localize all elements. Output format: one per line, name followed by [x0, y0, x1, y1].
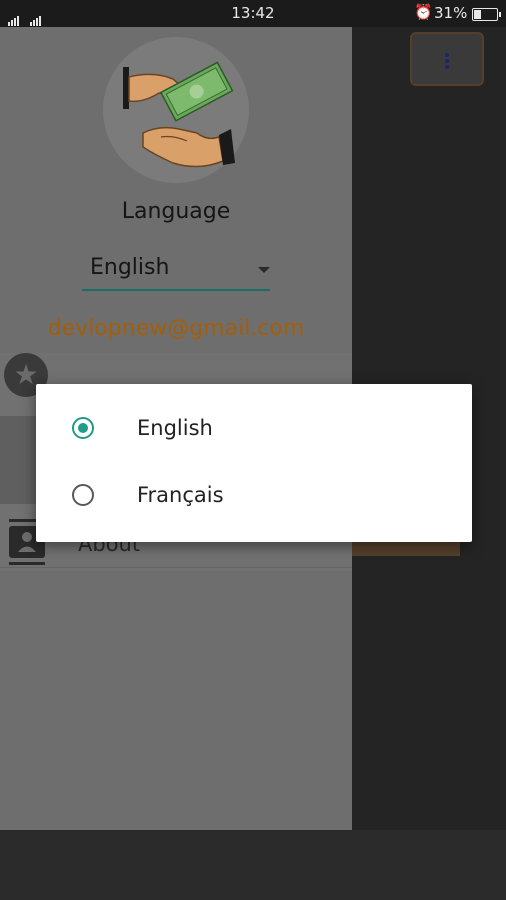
option-label: English	[137, 416, 213, 440]
dropdown-arrow-icon	[258, 267, 270, 273]
language-spinner[interactable]: English	[82, 251, 270, 291]
alarm-icon: ⏰	[414, 3, 433, 21]
language-label: Language	[121, 199, 231, 224]
language-option-english[interactable]: English	[36, 398, 472, 462]
radio-unchecked-icon[interactable]	[72, 484, 94, 506]
battery-percent: 31%	[434, 4, 468, 22]
radio-checked-icon[interactable]	[72, 417, 94, 439]
language-spinner-value: English	[90, 255, 170, 280]
language-option-francais[interactable]: Français	[36, 465, 472, 529]
more-vert-icon	[445, 53, 449, 57]
app-logo	[103, 37, 249, 183]
battery-icon	[472, 8, 501, 21]
more-vert-dot	[445, 65, 449, 69]
option-label: Français	[137, 483, 224, 507]
money-handover-icon	[123, 61, 235, 168]
language-dialog: English Français	[36, 384, 472, 542]
overflow-menu-button[interactable]	[410, 32, 484, 86]
contact-email[interactable]: devlopnew@gmail.com	[0, 316, 352, 341]
navigation-bar	[0, 830, 506, 900]
status-bar: 13:42 ⏰ 31%	[0, 0, 506, 27]
divider	[0, 567, 352, 568]
more-vert-dot	[445, 59, 449, 63]
main-content-item	[352, 540, 460, 556]
